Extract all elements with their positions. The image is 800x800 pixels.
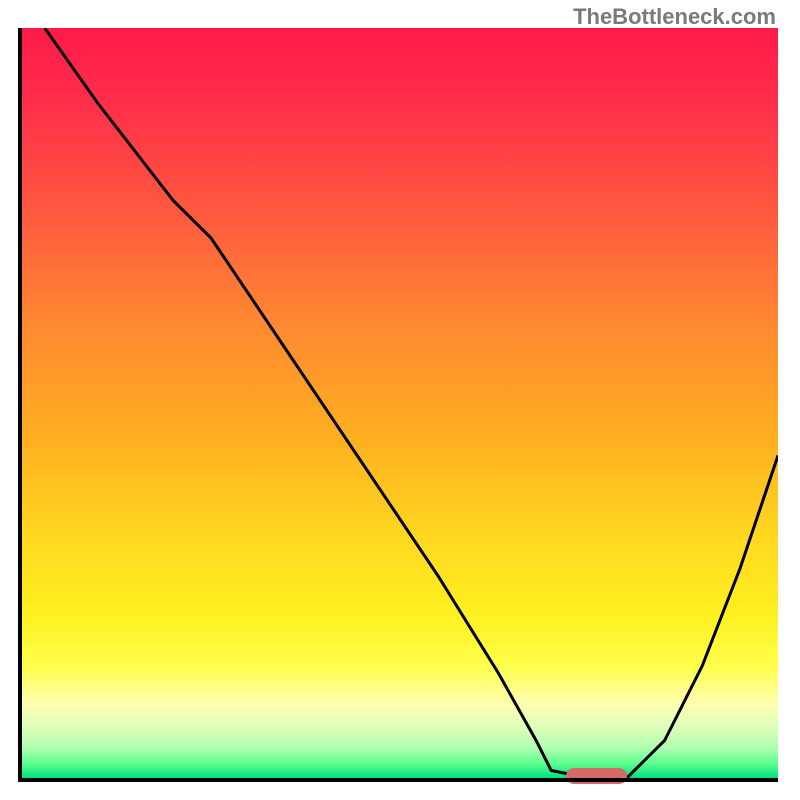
chart-container: TheBottleneck.com — [0, 0, 800, 800]
curve-layer — [22, 28, 778, 778]
y-axis — [18, 28, 22, 782]
x-axis — [18, 778, 778, 782]
bottleneck-curve — [45, 28, 778, 778]
attribution-label: TheBottleneck.com — [573, 4, 776, 30]
